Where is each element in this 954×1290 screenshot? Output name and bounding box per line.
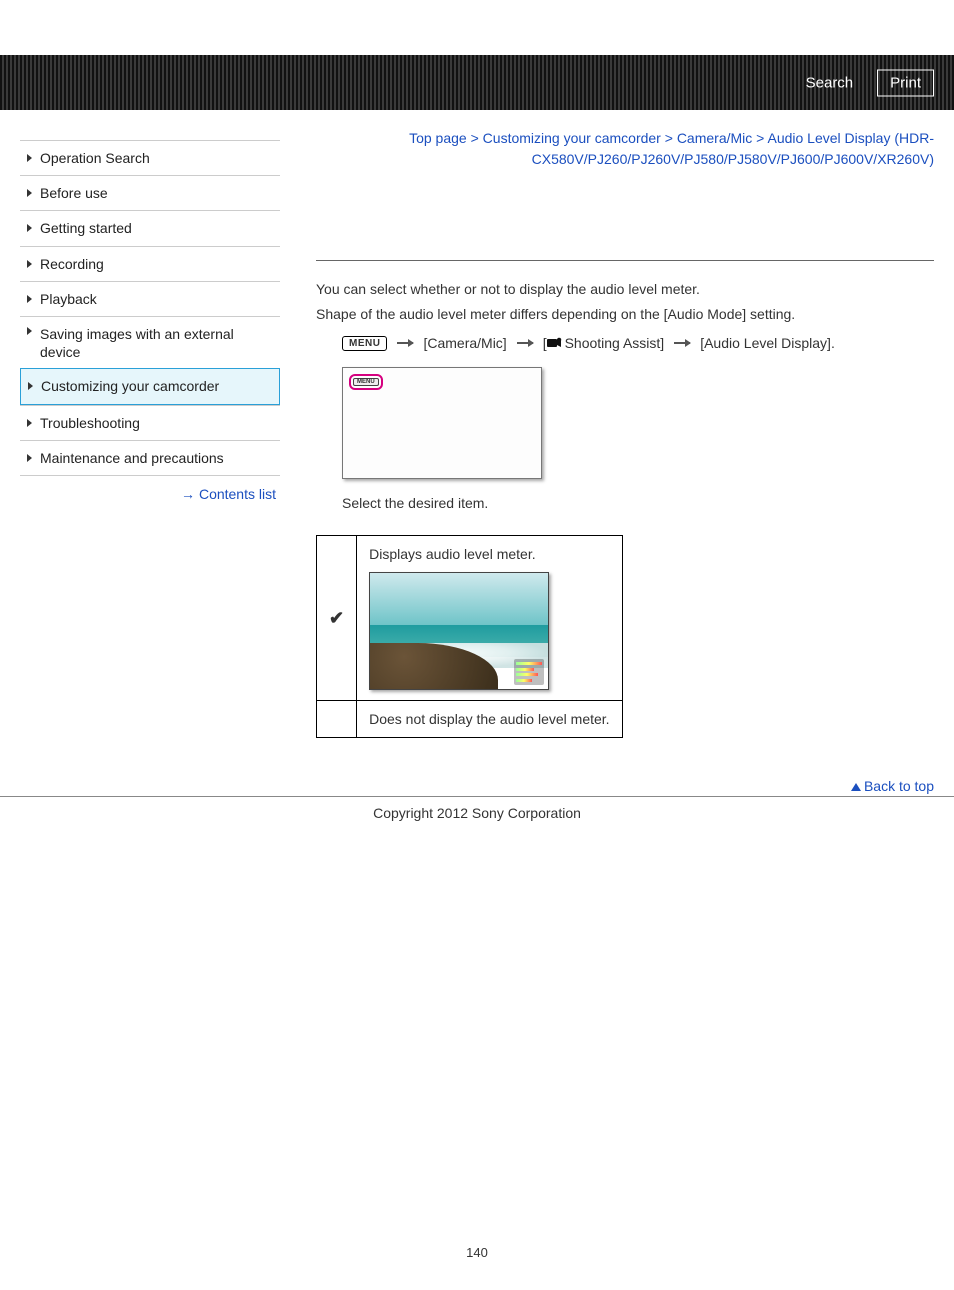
nav-item-getting-started[interactable]: Getting started [20, 210, 280, 245]
triangle-up-icon [851, 783, 861, 791]
audio-level-meter-icon [514, 659, 544, 685]
arrow-right-icon [674, 342, 690, 344]
page-number: 140 [0, 1245, 954, 1260]
back-to-top-link[interactable]: Back to top [851, 778, 934, 794]
nav-item-before-use[interactable]: Before use [20, 175, 280, 210]
shooting-assist-icon [547, 336, 563, 348]
search-button[interactable]: Search [796, 69, 864, 96]
breadcrumb-l2[interactable]: Camera/Mic [677, 130, 752, 146]
intro-line-1: You can select whether or not to display… [316, 279, 934, 300]
path-step-shooting-assist-text: Shooting Assist] [565, 335, 665, 351]
footer-row: Back to top [0, 778, 954, 797]
nav-item-saving-images[interactable]: Saving images with an external device [20, 316, 280, 369]
menu-navigation-path: MENU [Camera/Mic] [Shooting Assist] [Aud… [342, 335, 934, 351]
sidebar: Operation Search Before use Getting star… [20, 110, 280, 738]
table-row: ✔ Displays audio level meter. [317, 536, 623, 701]
menu-chip-label: MENU [353, 378, 379, 386]
nav-item-operation-search[interactable]: Operation Search [20, 140, 280, 175]
breadcrumb-sep: > [665, 130, 673, 146]
option-desc-cell: Displays audio level meter. [357, 536, 622, 701]
nav-item-maintenance[interactable]: Maintenance and precautions [20, 440, 280, 475]
breadcrumb-sep: > [471, 130, 479, 146]
options-table: ✔ Displays audio level meter. Does not d… [316, 535, 623, 738]
select-instruction: Select the desired item. [342, 495, 934, 511]
option-on-desc: Displays audio level meter. [369, 546, 536, 562]
divider [316, 260, 934, 261]
nav-item-recording[interactable]: Recording [20, 246, 280, 281]
intro-line-2: Shape of the audio level meter differs d… [316, 304, 934, 325]
path-step-audio-level-display: [Audio Level Display]. [700, 335, 835, 351]
nav-item-customizing[interactable]: Customizing your camcorder [20, 368, 280, 404]
back-to-top-label: Back to top [864, 778, 934, 794]
nav-item-playback[interactable]: Playback [20, 281, 280, 316]
menu-highlight-icon: MENU [349, 374, 383, 390]
copyright-text: Copyright 2012 Sony Corporation [0, 797, 954, 821]
breadcrumb-l1[interactable]: Customizing your camcorder [483, 130, 661, 146]
option-off-desc: Does not display the audio level meter. [369, 711, 609, 727]
breadcrumb-sep: > [756, 130, 764, 146]
nav-item-troubleshooting[interactable]: Troubleshooting [20, 405, 280, 440]
table-row: Does not display the audio level meter. [317, 701, 623, 738]
arrow-right-icon: → [181, 486, 195, 502]
nav-list: Operation Search Before use Getting star… [20, 140, 280, 476]
breadcrumb: Top page > Customizing your camcorder > … [316, 128, 934, 170]
arrow-right-icon [397, 342, 413, 344]
lcd-screen-illustration: MENU [342, 367, 542, 479]
breadcrumb-top[interactable]: Top page [409, 130, 467, 146]
header-bar: Search Print [0, 55, 954, 110]
main-content: Top page > Customizing your camcorder > … [280, 110, 934, 738]
menu-button-icon: MENU [342, 336, 387, 351]
contents-list-label[interactable]: Contents list [199, 486, 276, 502]
sample-image-on [369, 572, 549, 690]
print-button[interactable]: Print [877, 69, 934, 96]
arrow-right-icon [517, 342, 533, 344]
contents-list-link[interactable]: →Contents list [20, 476, 280, 502]
path-step-camera-mic: [Camera/Mic] [423, 335, 506, 351]
checkmark-icon: ✔ [329, 608, 344, 628]
path-step-shooting-assist: [Shooting Assist] [543, 335, 665, 351]
option-check-cell: ✔ [317, 536, 357, 701]
option-check-cell [317, 701, 357, 738]
option-desc-cell: Does not display the audio level meter. [357, 701, 622, 738]
header-buttons: Search Print [796, 69, 934, 96]
